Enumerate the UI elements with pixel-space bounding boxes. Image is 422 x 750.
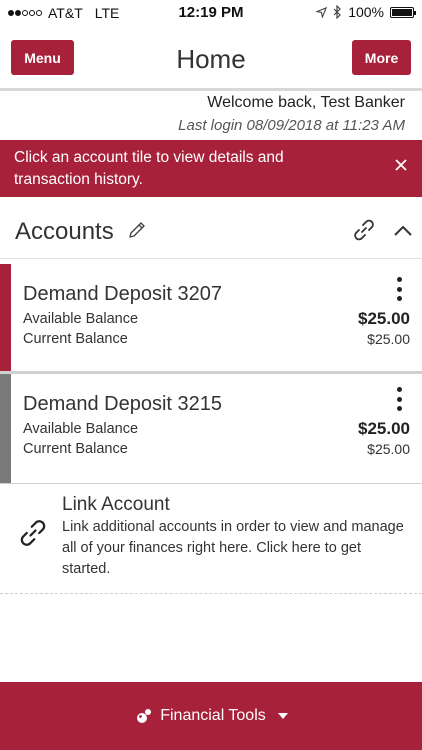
account-tile-3207[interactable]: Demand Deposit 3207 Available Balance Cu… (0, 264, 422, 374)
accounts-header: Accounts (0, 197, 422, 259)
current-balance-label: Current Balance (23, 331, 128, 347)
link-icon (20, 520, 46, 546)
welcome-section: Welcome back, Test Banker Last login 08/… (178, 93, 405, 137)
navigation-bar: Menu Home More (0, 26, 422, 88)
account-name: Demand Deposit 3207 (23, 283, 223, 305)
chevron-up-icon[interactable] (393, 223, 413, 237)
available-balance-label: Available Balance (23, 311, 139, 327)
link-icon[interactable] (352, 218, 376, 242)
link-account-title: Link Account (62, 494, 170, 515)
more-button[interactable]: More (352, 40, 411, 75)
available-balance-amount: $25.00 (358, 419, 410, 438)
link-account-description: Link additional accounts in order to vie… (62, 519, 404, 577)
banner-message: Click an account tile to view details an… (14, 149, 284, 188)
status-bar: AT&T LTE 12:19 PM 100% (0, 0, 422, 26)
financial-tools-label: Financial Tools (160, 707, 266, 724)
available-balance-label: Available Balance (23, 421, 139, 437)
last-login-text: Last login 08/09/2018 at 11:23 AM (178, 117, 405, 134)
financial-tools-button[interactable]: Financial Tools (0, 682, 422, 750)
info-banner: Click an account tile to view details an… (0, 140, 422, 197)
more-options-icon[interactable] (396, 277, 402, 301)
link-account-card[interactable]: Link Account Link additional accounts in… (0, 485, 422, 593)
bluetooth-icon (333, 5, 342, 19)
current-balance-amount: $25.00 (367, 441, 410, 457)
location-icon (316, 6, 328, 18)
caret-down-icon (277, 713, 288, 719)
welcome-greeting: Welcome back, Test Banker (207, 94, 405, 111)
dashed-divider (0, 593, 422, 594)
tile-accent-bar (0, 374, 11, 483)
status-right: 100% (316, 4, 416, 20)
battery-icon (390, 6, 416, 18)
account-tile-3215[interactable]: Demand Deposit 3215 Available Balance Cu… (0, 374, 422, 484)
current-balance-label: Current Balance (23, 441, 128, 457)
available-balance-amount: $25.00 (358, 309, 410, 328)
header-divider (0, 88, 422, 91)
battery-percent: 100% (348, 4, 384, 20)
accounts-title: Accounts (15, 218, 114, 245)
close-icon[interactable] (394, 158, 408, 172)
financial-tools-icon (137, 709, 152, 723)
pencil-icon[interactable] (127, 220, 147, 240)
tile-accent-bar (0, 264, 11, 371)
account-name: Demand Deposit 3215 (23, 393, 223, 415)
more-options-icon[interactable] (396, 387, 402, 411)
current-balance-amount: $25.00 (367, 331, 410, 347)
